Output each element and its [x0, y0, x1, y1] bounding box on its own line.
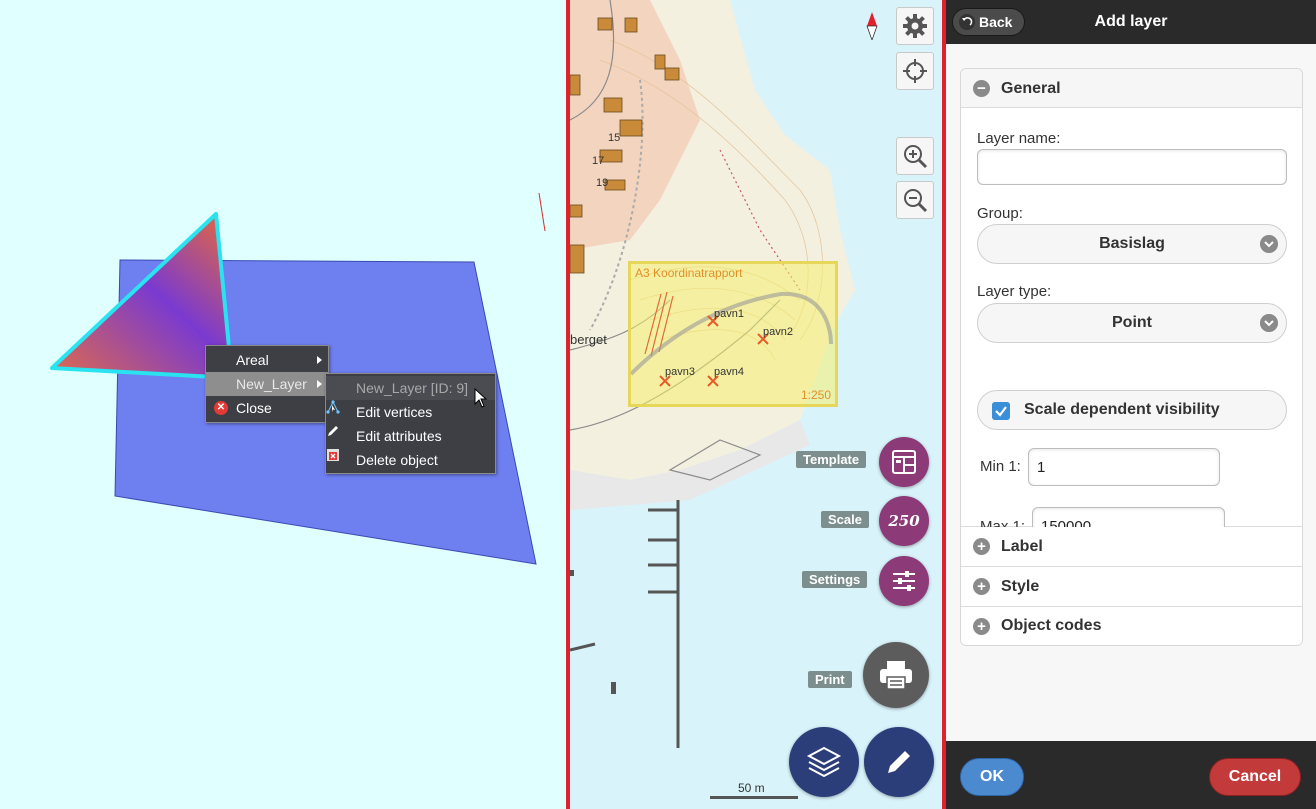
chevron-down-icon	[1260, 235, 1278, 253]
scale-bar	[710, 796, 798, 799]
context-menu: Areal New_Layer ✕ Close	[205, 345, 329, 423]
scale-visibility-label: Scale dependent visibility	[1024, 401, 1220, 418]
layer-form-sections: − General Layer name: Group: Basislag La…	[960, 68, 1303, 646]
scale-label: Scale	[821, 511, 869, 528]
sliders-icon	[893, 571, 915, 591]
locate-button[interactable]	[896, 52, 934, 90]
point-label: pavn4	[714, 366, 744, 378]
map-label-number: 15	[608, 132, 621, 144]
back-icon	[959, 14, 975, 30]
layer-type-select[interactable]: Point	[977, 303, 1287, 343]
pencil-icon	[328, 426, 338, 436]
checkmark-icon	[992, 402, 1010, 420]
submenu-header-text: New_Layer [ID: 9]	[356, 380, 469, 396]
section-general-header[interactable]: − General	[961, 69, 1302, 108]
scale-value: 250	[888, 512, 920, 530]
submenu-item-label: Edit vertices	[356, 404, 433, 420]
back-button[interactable]: Back	[952, 8, 1026, 36]
print-button[interactable]	[863, 642, 929, 708]
layer-type-label: Layer type:	[977, 283, 1052, 300]
back-label: Back	[979, 14, 1013, 30]
submenu-arrow-icon	[317, 356, 322, 364]
section-title: Object codes	[1001, 617, 1102, 634]
template-icon	[892, 450, 916, 474]
layers-button[interactable]	[789, 727, 859, 797]
zoom-in-button[interactable]	[896, 137, 934, 175]
section-title: General	[1001, 80, 1061, 97]
zoom-out-button[interactable]	[896, 181, 934, 219]
context-item-label: Close	[236, 400, 272, 416]
collapse-icon: −	[973, 80, 990, 97]
group-value: Basislag	[1099, 235, 1165, 252]
ok-button[interactable]: OK	[960, 758, 1024, 796]
point-label: pavn1	[714, 308, 744, 320]
crosshair-icon	[903, 59, 927, 83]
layer-name-label: Layer name:	[977, 130, 1061, 147]
pencil-icon	[888, 751, 910, 773]
layer-type-value: Point	[1112, 314, 1152, 331]
context-submenu: New_Layer [ID: 9] Edit vertices Edit att…	[325, 373, 496, 474]
group-select[interactable]: Basislag	[977, 224, 1287, 264]
point-label: pavn3	[665, 366, 695, 378]
map-label-number: 17	[592, 155, 605, 167]
cursor-icon	[474, 388, 488, 408]
context-item-close[interactable]: ✕ Close	[206, 396, 328, 420]
min-scale-label: Min 1:	[980, 458, 1021, 475]
expand-icon: +	[973, 538, 990, 555]
cancel-button[interactable]: Cancel	[1209, 758, 1301, 796]
scale-visibility-checkbox[interactable]: Scale dependent visibility	[977, 390, 1287, 430]
group-label: Group:	[977, 205, 1023, 222]
expand-icon: +	[973, 618, 990, 635]
print-label: Print	[808, 671, 852, 688]
section-object-codes-header[interactable]: + Object codes	[961, 607, 1302, 645]
expand-icon: +	[973, 578, 990, 595]
panel-header: Add layer Back	[946, 0, 1316, 44]
map-settings-button[interactable]	[896, 7, 934, 45]
layers-icon	[806, 746, 842, 778]
submenu-item-edit-vertices[interactable]: Edit vertices	[326, 400, 495, 424]
section-general-body: Layer name: Group: Basislag Layer type: …	[961, 108, 1302, 545]
submenu-item-label: Edit attributes	[356, 428, 442, 444]
map-label-place: berget	[570, 332, 607, 347]
settings-label: Settings	[802, 571, 868, 588]
submenu-header: New_Layer [ID: 9]	[326, 376, 495, 400]
add-layer-panel: Add layer Back − General Layer name: Gro…	[946, 0, 1316, 809]
submenu-arrow-icon	[317, 380, 322, 388]
template-label: Template	[796, 451, 867, 468]
context-item-areal[interactable]: Areal	[206, 348, 328, 372]
point-label: pavn2	[763, 326, 793, 338]
point-markers	[707, 315, 769, 387]
map-label-number: 19	[596, 177, 609, 189]
printer-icon	[880, 661, 912, 690]
section-title: Label	[1001, 538, 1043, 555]
map-view[interactable]: 15 17 19 berget A3 Koordinatrapport 1:25…	[566, 0, 946, 809]
print-settings-button[interactable]	[879, 556, 929, 606]
section-style-header[interactable]: + Style	[961, 567, 1302, 607]
context-item-label: New_Layer	[236, 376, 307, 392]
edit-button[interactable]	[864, 727, 934, 797]
close-icon: ✕	[214, 401, 228, 415]
panel-footer: OK Cancel	[946, 741, 1316, 809]
zoom-out-icon	[904, 189, 928, 213]
scale-button[interactable]: 250	[879, 496, 929, 546]
template-button[interactable]	[879, 437, 929, 487]
context-item-new-layer[interactable]: New_Layer	[206, 372, 328, 396]
vertices-icon	[326, 400, 340, 414]
zoom-in-icon	[904, 145, 928, 169]
gear-icon	[903, 14, 927, 38]
delete-icon	[327, 449, 339, 461]
scale-bar-label: 50 m	[738, 781, 765, 795]
section-title: Style	[1001, 578, 1040, 595]
submenu-item-edit-attributes[interactable]: Edit attributes	[326, 424, 495, 448]
chevron-down-icon	[1260, 314, 1278, 332]
drawing-canvas[interactable]: Areal New_Layer ✕ Close New_Layer [ID: 9…	[0, 0, 566, 809]
compass-icon[interactable]	[866, 12, 878, 40]
red-line-fragment	[538, 192, 546, 232]
layer-name-input[interactable]	[977, 149, 1287, 185]
submenu-item-delete-object[interactable]: Delete object	[326, 448, 495, 472]
context-item-label: Areal	[236, 352, 269, 368]
section-label-header[interactable]: + Label	[961, 527, 1302, 567]
submenu-item-label: Delete object	[356, 452, 438, 468]
min-scale-input[interactable]	[1028, 448, 1220, 486]
